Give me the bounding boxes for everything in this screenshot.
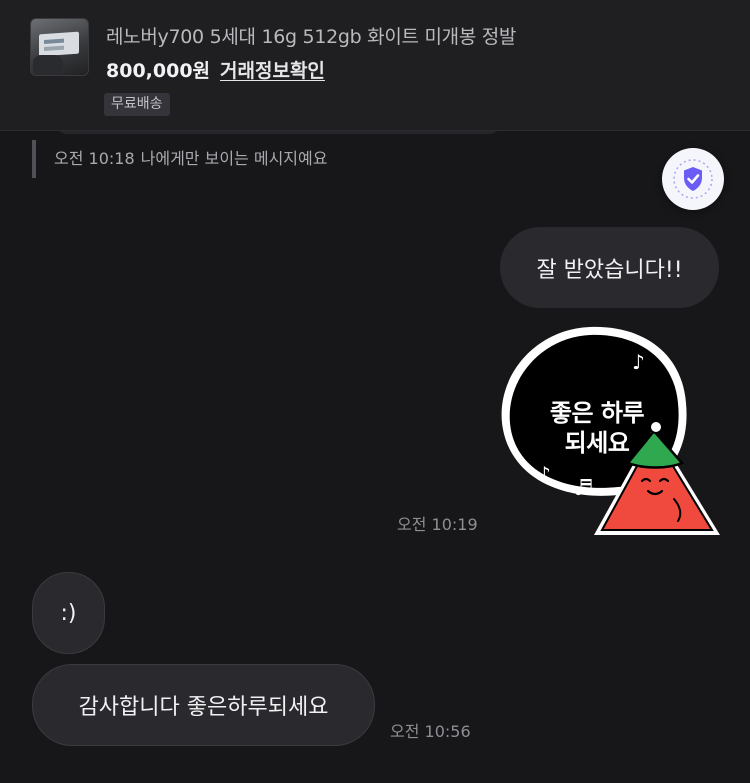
sticker-good-day[interactable]: ♪ ♪ ♬ 좋은 하루 되세요 <box>498 323 720 539</box>
trade-info-link[interactable]: 거래정보확인 <box>220 56 325 83</box>
product-header[interactable]: 레노버y700 5세대 16g 512gb 화이트 미개봉 정발 800,000… <box>0 0 750 131</box>
svg-text:♪: ♪ <box>632 350 645 374</box>
private-message-note: 오전 10:18 나에게만 보이는 메시지예요 <box>32 140 327 178</box>
received-message-timestamp: 오전 10:56 <box>390 722 471 741</box>
shield-check-icon <box>673 159 713 199</box>
free-shipping-badge: 무료배송 <box>104 93 170 116</box>
private-note-time: 오전 10:18 <box>54 149 135 168</box>
sticker-text-line-2: 되세요 <box>564 429 630 457</box>
private-note-text: 나에게만 보이는 메시지예요 <box>140 149 328 168</box>
safety-shield-button[interactable] <box>662 148 724 210</box>
received-message-text: 감사합니다 좋은하루되세요 <box>78 695 329 720</box>
sent-message-timestamp: 오전 10:19 <box>397 515 478 534</box>
chat-screen: 레노버y700 5세대 16g 512gb 화이트 미개봉 정발 800,000… <box>0 0 750 783</box>
received-message-bubble[interactable]: 감사합니다 좋은하루되세요 <box>32 664 375 746</box>
product-title: 레노버y700 5세대 16g 512gb 화이트 미개봉 정발 <box>106 26 517 48</box>
product-thumbnail[interactable] <box>30 18 89 76</box>
svg-text:♪: ♪ <box>538 462 551 486</box>
product-price: 800,000원 <box>106 60 211 82</box>
received-message-bubble[interactable]: :) <box>32 572 105 654</box>
sent-message-bubble[interactable]: 잘 받았습니다!! <box>500 227 719 308</box>
sent-message-text: 잘 받았습니다!! <box>536 257 683 283</box>
received-message-text: :) <box>60 600 77 626</box>
svg-text:♬: ♬ <box>574 476 594 501</box>
